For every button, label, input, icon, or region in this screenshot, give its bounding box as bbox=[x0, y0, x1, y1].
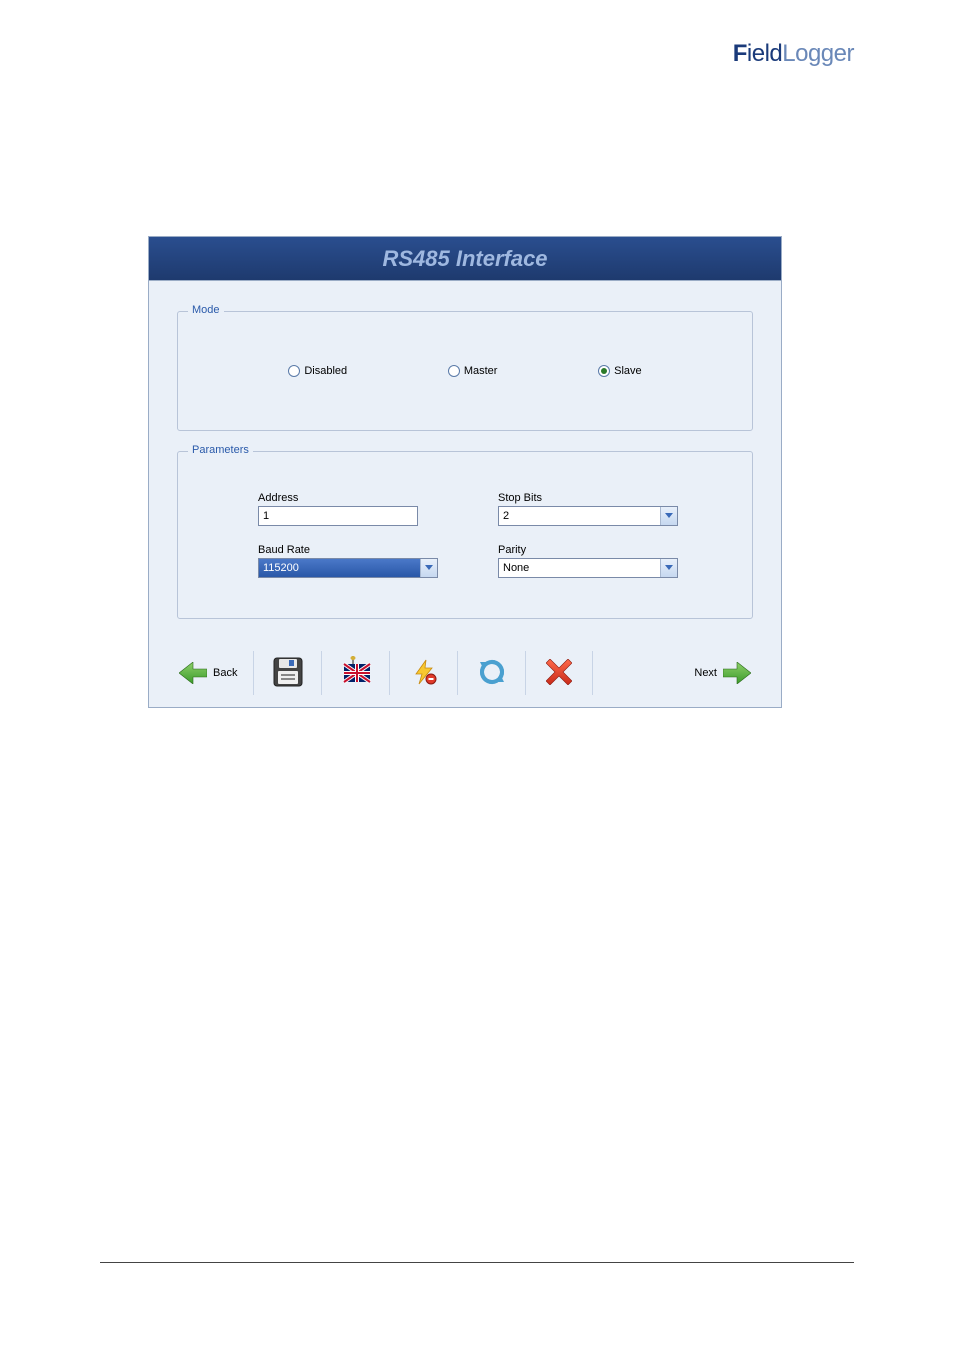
radio-slave-label: Slave bbox=[614, 365, 642, 377]
parity-label: Parity bbox=[498, 544, 698, 556]
mode-legend: Mode bbox=[188, 304, 224, 316]
radio-master[interactable]: Master bbox=[448, 365, 498, 377]
parity-select[interactable]: None bbox=[498, 558, 678, 578]
radio-slave[interactable]: Slave bbox=[598, 365, 642, 377]
refresh-button[interactable] bbox=[457, 651, 525, 695]
radio-disabled-label: Disabled bbox=[304, 365, 347, 377]
baudrate-value: 115200 bbox=[259, 559, 420, 577]
brand-part3: Logger bbox=[782, 40, 854, 67]
chevron-down-icon bbox=[420, 559, 437, 577]
uk-flag-icon bbox=[340, 656, 372, 691]
radio-icon bbox=[598, 365, 610, 377]
save-button[interactable] bbox=[253, 651, 321, 695]
address-field: Address bbox=[258, 492, 458, 526]
radio-master-label: Master bbox=[464, 365, 498, 377]
cancel-button[interactable] bbox=[525, 651, 593, 695]
mode-radio-row: Disabled Master Slave bbox=[208, 365, 722, 377]
stopbits-field: Stop Bits 2 bbox=[498, 492, 698, 526]
address-label: Address bbox=[258, 492, 458, 504]
lightning-icon bbox=[410, 658, 438, 689]
back-label: Back bbox=[213, 667, 237, 679]
next-label: Next bbox=[694, 667, 717, 679]
baudrate-label: Baud Rate bbox=[258, 544, 458, 556]
radio-disabled[interactable]: Disabled bbox=[288, 365, 347, 377]
parameters-grid: Address Stop Bits 2 Baud Rate 115 bbox=[258, 492, 702, 578]
refresh-icon bbox=[478, 658, 506, 689]
bottom-bar: Back bbox=[149, 651, 781, 707]
radio-icon bbox=[288, 365, 300, 377]
back-arrow-icon bbox=[179, 662, 207, 684]
red-x-icon bbox=[546, 659, 572, 688]
parameters-legend: Parameters bbox=[188, 444, 253, 456]
next-arrow-icon bbox=[723, 662, 751, 684]
parameters-groupbox: Parameters Address Stop Bits 2 bbox=[177, 451, 753, 619]
radio-icon bbox=[448, 365, 460, 377]
window-title: RS485 Interface bbox=[382, 246, 547, 272]
content-area: Mode Disabled Master Slave Parameters bbox=[149, 281, 781, 651]
brand-part2: ield bbox=[747, 40, 782, 67]
toolbar bbox=[253, 651, 678, 695]
quick-config-button[interactable] bbox=[389, 651, 457, 695]
chevron-down-icon bbox=[660, 559, 677, 577]
floppy-save-icon bbox=[273, 657, 303, 690]
window-title-bar: RS485 Interface bbox=[149, 237, 781, 281]
baudrate-field: Baud Rate 115200 bbox=[258, 544, 458, 578]
back-button[interactable]: Back bbox=[177, 658, 239, 688]
brand-logo: FieldLogger bbox=[733, 40, 854, 68]
parity-field: Parity None bbox=[498, 544, 698, 578]
stopbits-value: 2 bbox=[499, 507, 660, 525]
stopbits-label: Stop Bits bbox=[498, 492, 698, 504]
address-input[interactable] bbox=[258, 506, 418, 526]
next-button[interactable]: Next bbox=[692, 658, 753, 688]
parity-value: None bbox=[499, 559, 660, 577]
language-button[interactable] bbox=[321, 651, 389, 695]
app-window: RS485 Interface Mode Disabled Master Sla… bbox=[148, 236, 782, 708]
stopbits-select[interactable]: 2 bbox=[498, 506, 678, 526]
baudrate-select[interactable]: 115200 bbox=[258, 558, 438, 578]
mode-groupbox: Mode Disabled Master Slave bbox=[177, 311, 753, 431]
chevron-down-icon bbox=[660, 507, 677, 525]
brand-part1: F bbox=[733, 40, 747, 67]
footer-divider bbox=[100, 1262, 854, 1263]
